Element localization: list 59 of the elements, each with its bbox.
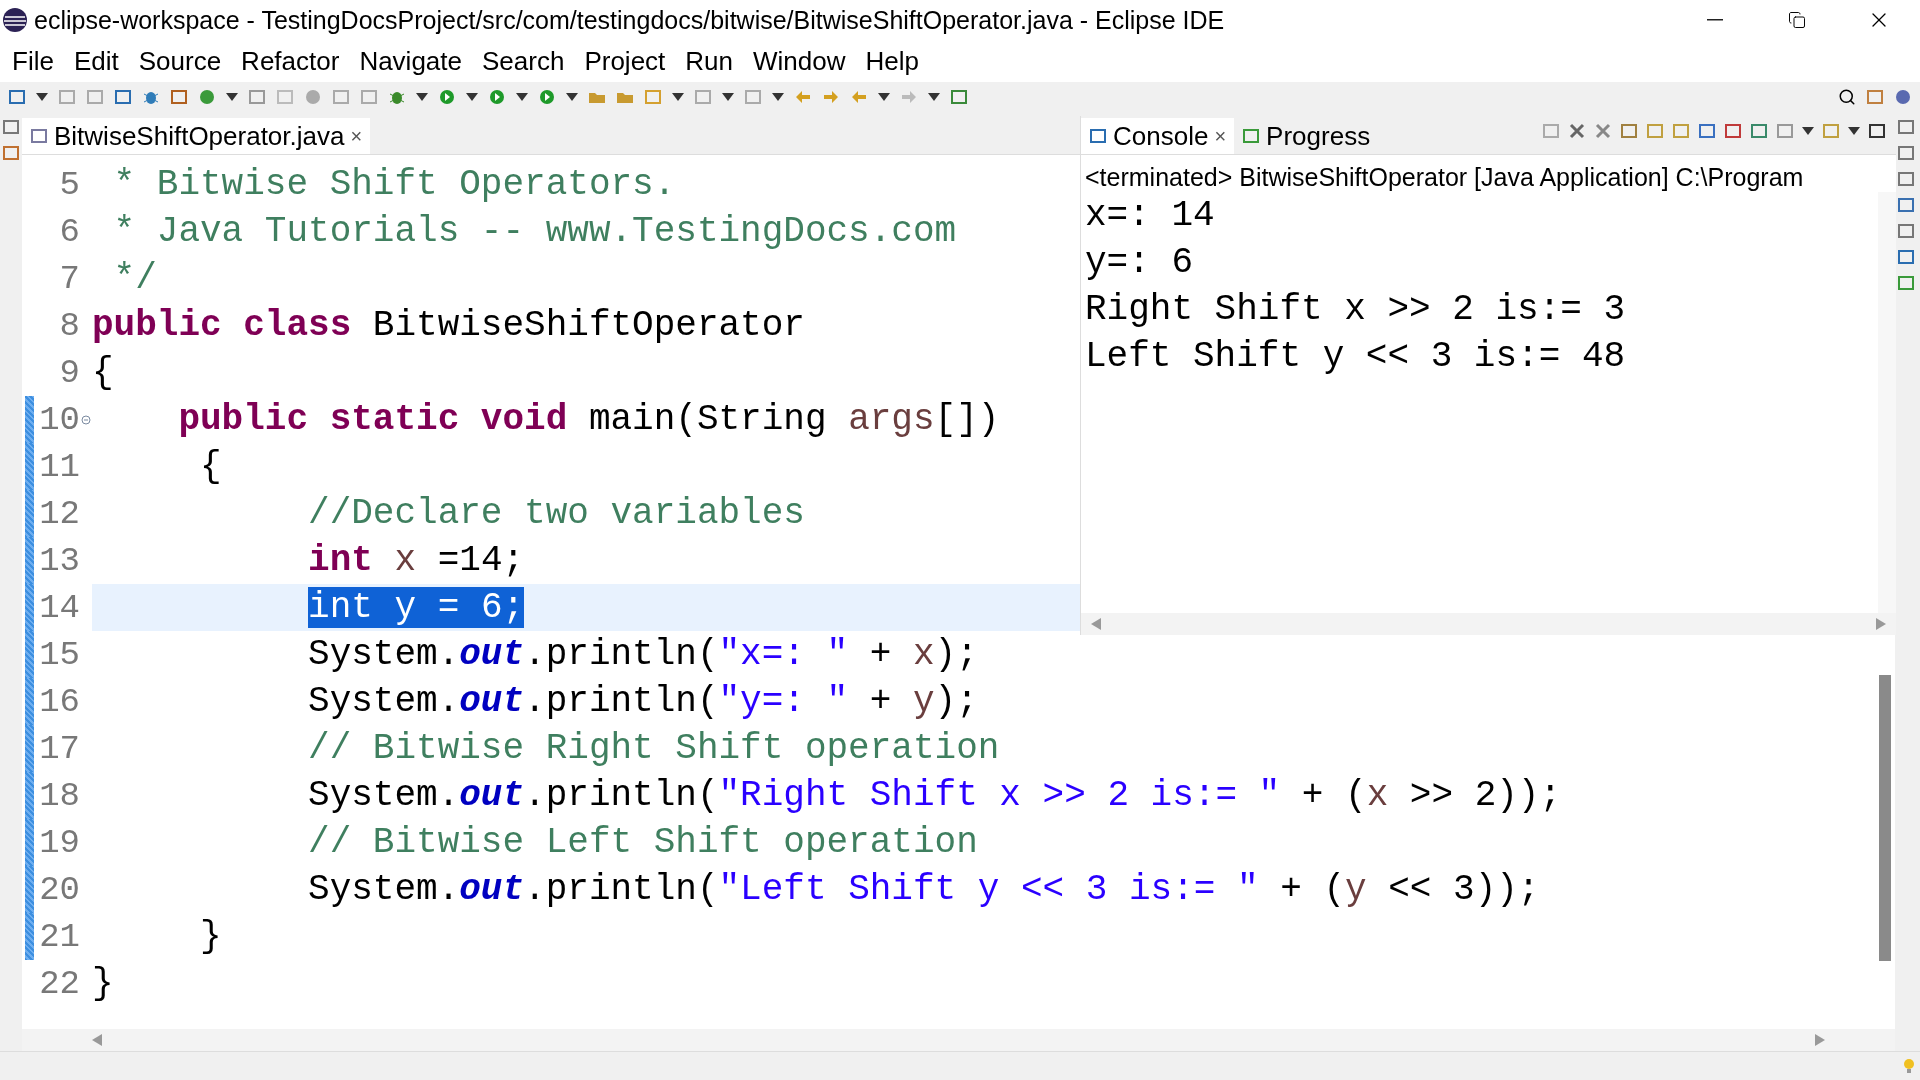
code-line: } <box>92 963 114 1004</box>
code-line: { <box>92 352 114 393</box>
line-number: 14 <box>38 588 80 627</box>
line-number: 20 <box>38 870 80 909</box>
code-line: // Bitwise Right Shift operation <box>307 728 1000 769</box>
view-tab[interactable]: Progress <box>1234 118 1379 154</box>
line-number: 17 <box>38 729 80 768</box>
view-tab[interactable]: Console × <box>1081 118 1235 154</box>
line-number: 22 <box>38 964 80 1003</box>
menu-item[interactable]: Window <box>743 45 856 77</box>
code-line: public class BitwiseShiftOperator <box>92 305 805 346</box>
console-status: <terminated> BitwiseShiftOperator [Java Application] C:\Program <box>1084 162 1805 192</box>
line-number: 11 <box>38 447 80 486</box>
console-output-line: Right Shift x >> 2 is:= 3 <box>1085 288 1627 332</box>
tab-label[interactable]: Progress <box>1266 120 1371 152</box>
code-line: { <box>199 446 222 487</box>
line-number: 9 <box>58 353 80 392</box>
menu-item[interactable]: Help <box>855 45 929 77</box>
line-number: 6 <box>58 212 80 251</box>
close-tab-icon[interactable]: × <box>350 124 363 148</box>
code-line: // Bitwise Left Shift operation <box>307 822 978 863</box>
code-line: int x =14; <box>307 540 525 581</box>
line-number: 16 <box>38 682 80 721</box>
code-line: System.out.println("Left Shift y << 3 is:= " + (y << 3)); <box>307 869 1540 910</box>
menu-item[interactable]: Edit <box>63 45 129 77</box>
line-number: 15 <box>38 635 80 674</box>
code-line: */ <box>112 258 157 299</box>
editor-tab[interactable]: BitwiseShiftOperator.java × <box>22 118 371 154</box>
console-output-line: y=: 6 <box>1085 241 1195 285</box>
code-line: * Bitwise Shift Operators. <box>112 164 676 205</box>
code-line: System.out.println("Right Shift x >> 2 is:= " + (x >> 2)); <box>307 775 1562 816</box>
line-number: 21 <box>38 917 80 956</box>
line-number: 13 <box>38 541 80 580</box>
code-line: //Declare two variables <box>307 493 805 534</box>
window-title: eclipse-workspace - TestingDocsProject/src/com/testingdocs/bitwise/BitwiseShiftOperator.java - Eclipse IDE <box>34 5 1226 35</box>
code-line: System.out.println("y=: " + y); <box>307 681 978 722</box>
line-number: 7 <box>58 259 80 298</box>
code-line: } <box>199 916 222 957</box>
menu-item[interactable]: Refactor <box>231 45 350 77</box>
line-number: 10 <box>38 400 80 439</box>
code-line: public static void main(String args[]) <box>177 399 1000 440</box>
console-output-line: Left Shift y << 3 is:= 48 <box>1085 335 1627 379</box>
menu-item[interactable]: Search <box>472 45 575 77</box>
code-line: System.out.println("x=: " + x); <box>307 634 978 675</box>
line-number: 18 <box>38 776 80 815</box>
menu-item[interactable]: Project <box>574 45 676 77</box>
menu-item[interactable]: File <box>2 45 64 77</box>
code-line: * Java Tutorials -- www.TestingDocs.com <box>112 211 957 252</box>
console-output-line: x=: 14 <box>1085 194 1216 238</box>
menu-item[interactable]: Source <box>128 45 232 77</box>
line-number: 8 <box>58 306 80 345</box>
tab-label[interactable]: BitwiseShiftOperator.java <box>54 120 345 152</box>
line-number: 5 <box>58 165 80 204</box>
menu-item[interactable]: Run <box>675 45 743 77</box>
close-tab-icon[interactable]: × <box>1214 124 1227 148</box>
line-number: 12 <box>38 494 80 533</box>
tab-label[interactable]: Console <box>1113 120 1209 152</box>
line-number: 19 <box>38 823 80 862</box>
menu-item[interactable]: Navigate <box>349 45 472 77</box>
